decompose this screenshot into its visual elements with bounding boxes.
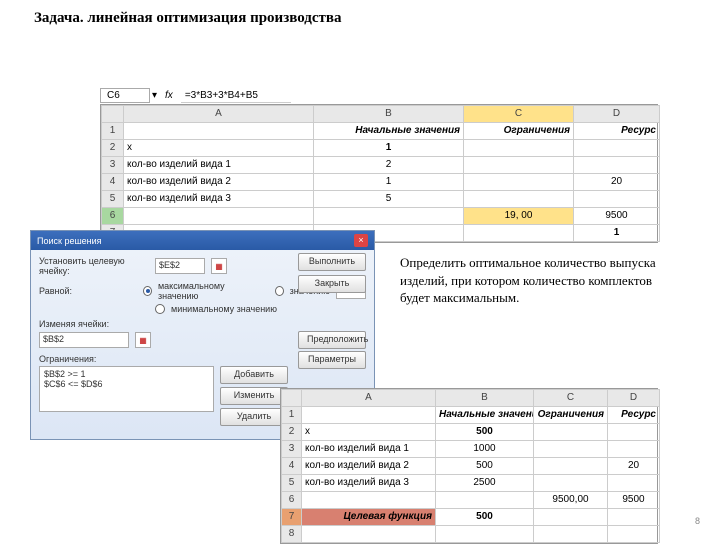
- equal-label: Равной:: [39, 286, 137, 296]
- dialog-titlebar: Поиск решения ×: [31, 231, 374, 250]
- page-number: 8: [695, 516, 700, 526]
- radio-value[interactable]: [275, 286, 284, 296]
- range-picker-icon[interactable]: ▦: [211, 258, 227, 274]
- execute-button[interactable]: Выполнить: [298, 253, 366, 271]
- change-button[interactable]: Изменить: [220, 387, 288, 405]
- radio-min[interactable]: [155, 304, 165, 314]
- dialog-title: Поиск решения: [37, 236, 102, 246]
- spreadsheet-bottom: A B C D 1Начальные значенияОграниченияРе…: [280, 388, 658, 544]
- range-picker-icon[interactable]: ▦: [135, 332, 151, 348]
- spreadsheet-top: A B C D 1Начальные значенияОграниченияРе…: [100, 104, 658, 243]
- col-header-row: A B C D: [102, 106, 660, 123]
- close-button[interactable]: Закрыть: [298, 275, 366, 293]
- close-icon[interactable]: ×: [354, 234, 368, 247]
- row-1[interactable]: 1: [102, 123, 124, 140]
- options-button[interactable]: Параметры: [298, 351, 366, 369]
- fx-icon[interactable]: fx: [159, 90, 179, 101]
- col-C[interactable]: C: [464, 106, 574, 123]
- page-title: Задача. линейная оптимизация производств…: [0, 0, 720, 33]
- task-description: Определить оптимальное количество выпуск…: [400, 254, 660, 307]
- col-B[interactable]: B: [314, 106, 464, 123]
- changing-cells-input[interactable]: $B$2: [39, 332, 129, 348]
- add-button[interactable]: Добавить: [220, 366, 288, 384]
- constraints-list[interactable]: $B$2 >= 1 $C$6 <= $D$6: [39, 366, 214, 412]
- name-box[interactable]: C6: [100, 88, 150, 103]
- delete-button[interactable]: Удалить: [220, 408, 288, 426]
- target-cell-input[interactable]: $E$2: [155, 258, 205, 274]
- formula-input[interactable]: =3*B3+3*B4+B5: [181, 89, 291, 103]
- target-label: Установить целевую ячейку:: [39, 256, 149, 276]
- col-A[interactable]: A: [124, 106, 314, 123]
- col-D[interactable]: D: [574, 106, 660, 123]
- formula-bar: C6 ▾ fx =3*B3+3*B4+B5: [100, 88, 291, 103]
- radio-max[interactable]: [143, 286, 152, 296]
- dropdown-icon[interactable]: ▾: [152, 90, 157, 101]
